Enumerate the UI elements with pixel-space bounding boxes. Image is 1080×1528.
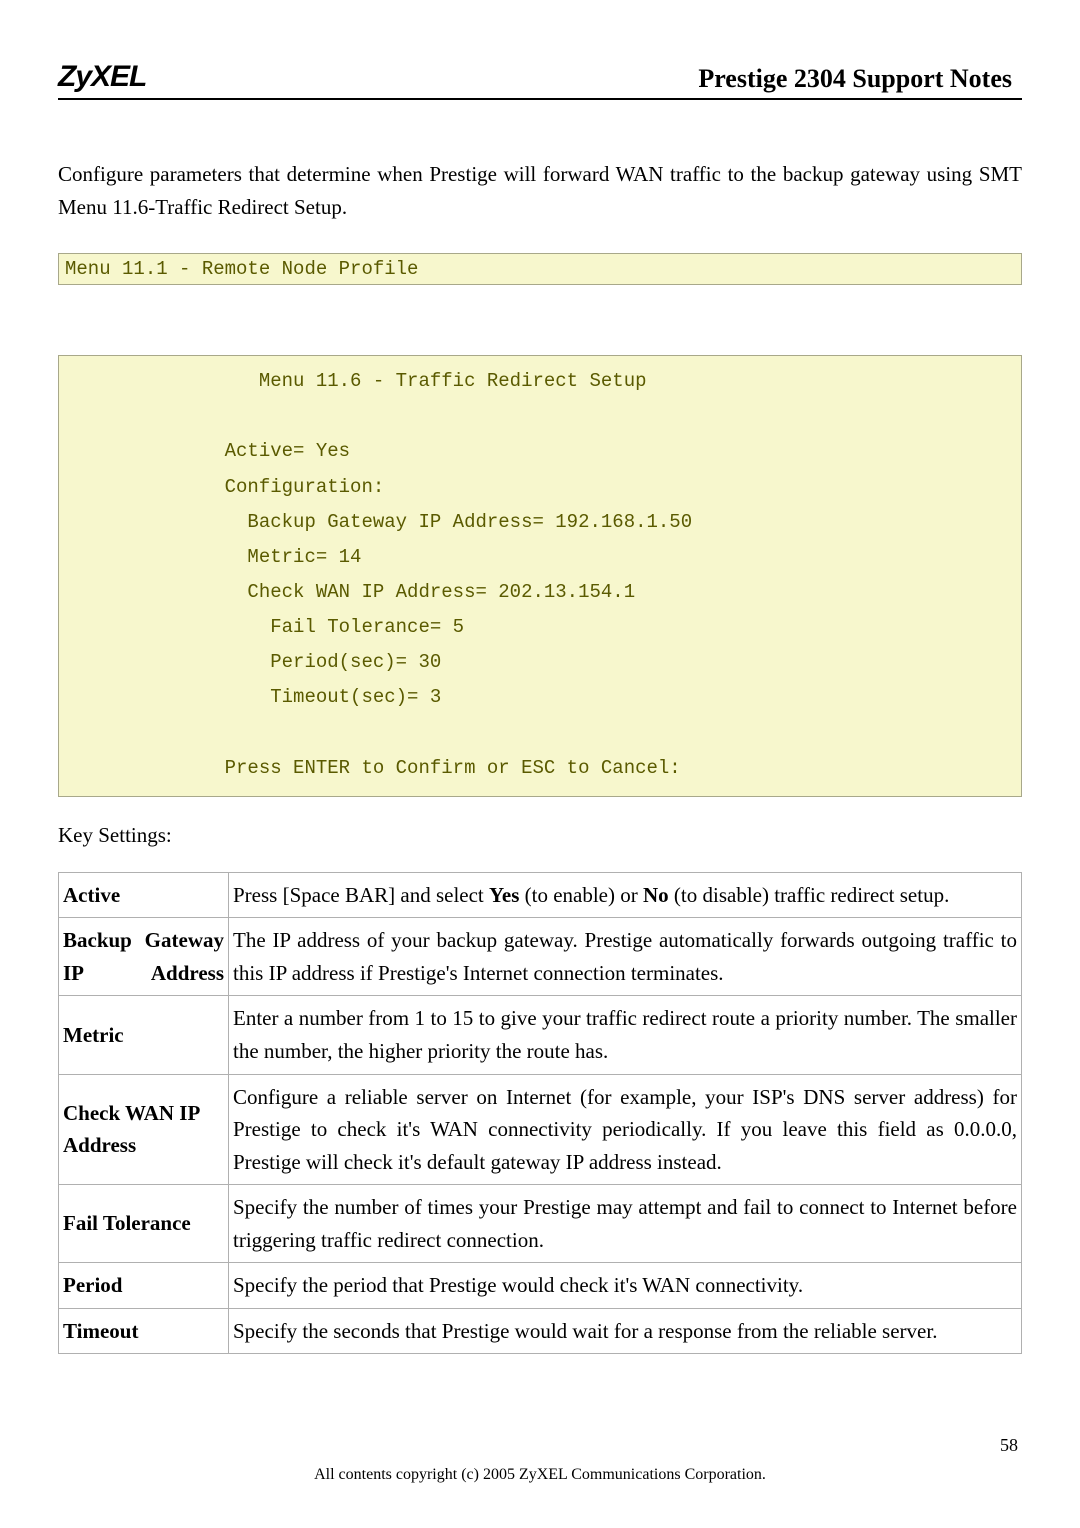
key-settings-heading: Key Settings: — [58, 823, 1022, 848]
term-backup-gateway: Backup Gateway IP Address — [59, 918, 229, 996]
term-active: Active — [59, 872, 229, 918]
table-row: Active Press [Space BAR] and select Yes … — [59, 872, 1022, 918]
term-period: Period — [59, 1263, 229, 1309]
table-row: Metric Enter a number from 1 to 15 to gi… — [59, 996, 1022, 1074]
desc-period: Specify the period that Prestige would c… — [229, 1263, 1022, 1309]
desc-check-wan-ip: Configure a reliable server on Internet … — [229, 1074, 1022, 1185]
desc-active: Press [Space BAR] and select Yes (to ena… — [229, 872, 1022, 918]
table-row: Check WAN IP Address Configure a reliabl… — [59, 1074, 1022, 1185]
table-row: Backup Gateway IP Address The IP address… — [59, 918, 1022, 996]
desc-backup-gateway: The IP address of your backup gateway. P… — [229, 918, 1022, 996]
table-row: Timeout Specify the seconds that Prestig… — [59, 1308, 1022, 1354]
brand-logo: ZyXEL — [58, 60, 146, 94]
table-row: Fail Tolerance Specify the number of tim… — [59, 1185, 1022, 1263]
desc-metric: Enter a number from 1 to 15 to give your… — [229, 996, 1022, 1074]
intro-paragraph: Configure parameters that determine when… — [58, 158, 1022, 223]
intro-text: Configure parameters that determine when… — [58, 162, 979, 186]
code-strip-menu-11-1: Menu 11.1 - Remote Node Profile — [58, 253, 1022, 285]
desc-timeout: Specify the seconds that Prestige would … — [229, 1308, 1022, 1354]
code-block-menu-11-6: Menu 11.6 - Traffic Redirect Setup Activ… — [58, 355, 1022, 797]
page-number: 58 — [1000, 1435, 1018, 1456]
page-title: Prestige 2304 Support Notes — [698, 64, 1022, 94]
term-fail-tolerance: Fail Tolerance — [59, 1185, 229, 1263]
desc-fail-tolerance: Specify the number of times your Prestig… — [229, 1185, 1022, 1263]
page-header: ZyXEL Prestige 2304 Support Notes — [58, 60, 1022, 100]
term-check-wan-ip: Check WAN IP Address — [59, 1074, 229, 1185]
table-row: Period Specify the period that Prestige … — [59, 1263, 1022, 1309]
term-metric: Metric — [59, 996, 229, 1074]
key-settings-table: Active Press [Space BAR] and select Yes … — [58, 872, 1022, 1355]
term-timeout: Timeout — [59, 1308, 229, 1354]
copyright-footer: All contents copyright (c) 2005 ZyXEL Co… — [0, 1466, 1080, 1484]
